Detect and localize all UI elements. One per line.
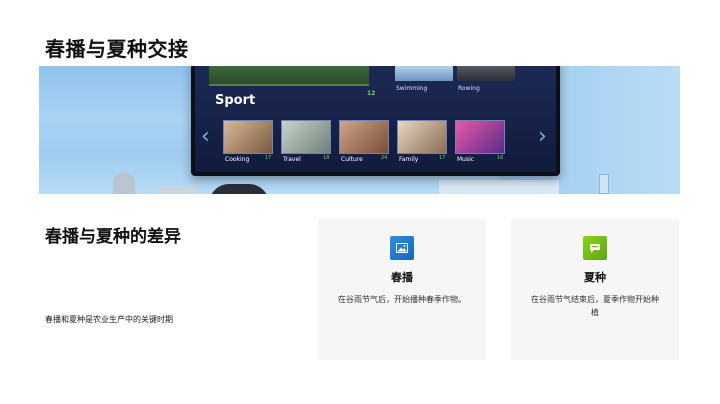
chat-icon <box>583 236 607 260</box>
tv-tile-family[interactable] <box>397 120 447 154</box>
tv-display: Swimming Rowing Sport 12 ‹ › Cooking 17 … <box>195 66 556 172</box>
tv-tile-cooking[interactable] <box>223 120 273 154</box>
tv-tile-culture[interactable] <box>339 120 389 154</box>
tv-tile-label: Family <box>399 156 419 163</box>
hero-viewer-head <box>209 184 269 194</box>
tv-top-label: Swimming <box>396 85 428 92</box>
hero-image: Swimming Rowing Sport 12 ‹ › Cooking 17 … <box>39 66 680 194</box>
card-spring-sowing: 春播 在谷雨节气后，开始播种春季作物。 <box>318 219 486 360</box>
tv-tile-travel[interactable] <box>281 120 331 154</box>
hero-lamp <box>599 174 609 194</box>
card-summer-planting: 夏种 在谷雨节气结束后，夏季作物开始种植 <box>511 219 679 360</box>
tv-tile-num: 18 <box>323 155 330 161</box>
slide-title: 春播与夏种交接 <box>45 37 189 61</box>
card-title: 夏种 <box>584 271 606 284</box>
tv-thumb-swimming <box>395 66 453 81</box>
tv-tile-num: 16 <box>497 155 504 161</box>
tv-top-label: Rowing <box>458 85 480 92</box>
hero-plant <box>157 186 197 194</box>
tv-category: Sport <box>215 93 256 108</box>
section-title: 春播与夏种的差异 <box>45 227 181 247</box>
tv-thumb-rowing <box>457 66 515 81</box>
hero-shelf <box>439 180 559 194</box>
tv-tile-num: 24 <box>381 155 388 161</box>
tv-tile-label: Cooking <box>225 156 250 163</box>
tv-feature-image <box>209 66 369 86</box>
image-icon <box>390 236 414 260</box>
tv-tile-num: 17 <box>439 155 446 161</box>
hero-vase <box>113 172 135 194</box>
tv-tile-music[interactable] <box>455 120 505 154</box>
tv-tile-label: Travel <box>283 156 301 163</box>
tv-screen: Swimming Rowing Sport 12 ‹ › Cooking 17 … <box>191 66 560 176</box>
card-text: 在谷雨节气结束后，夏季作物开始种植 <box>531 295 659 317</box>
chevron-right-icon[interactable]: › <box>538 126 547 148</box>
tv-feature-badge: 12 <box>367 90 376 97</box>
tv-tile-label: Culture <box>341 156 363 163</box>
section-description: 春播和夏种是农业生产中的关键时期 <box>45 315 173 324</box>
tv-tile-num: 17 <box>265 155 272 161</box>
chevron-left-icon[interactable]: ‹ <box>201 126 210 148</box>
tv-tile-label: Music <box>457 156 475 163</box>
card-text: 在谷雨节气后，开始播种春季作物。 <box>338 295 466 304</box>
card-title: 春播 <box>391 271 413 284</box>
